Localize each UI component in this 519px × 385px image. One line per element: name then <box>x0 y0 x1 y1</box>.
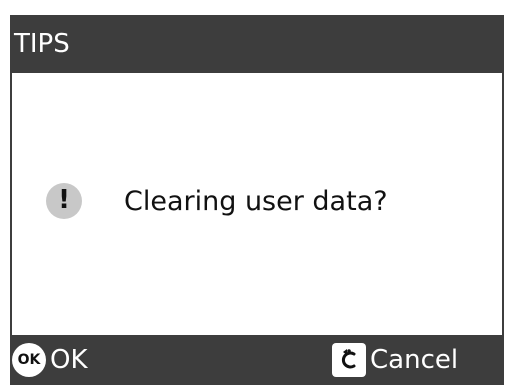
dialog-title-bar: TIPS <box>12 15 502 73</box>
dialog-body: ! Clearing user data? <box>12 73 502 335</box>
ok-button[interactable]: OK OK <box>12 335 88 385</box>
back-arrow-icon <box>332 343 366 377</box>
ok-key-icon: OK <box>12 343 46 377</box>
cancel-button[interactable]: Cancel <box>332 335 458 385</box>
ok-label: OK <box>50 345 88 375</box>
softkey-bar: OK OK Cancel <box>12 335 502 385</box>
dialog-title: TIPS <box>14 29 70 59</box>
exclamation-icon: ! <box>46 183 82 219</box>
dialog-message: Clearing user data? <box>124 186 388 217</box>
cancel-label: Cancel <box>370 345 459 375</box>
tips-dialog: TIPS ! Clearing user data? OK OK Cancel <box>10 15 504 385</box>
